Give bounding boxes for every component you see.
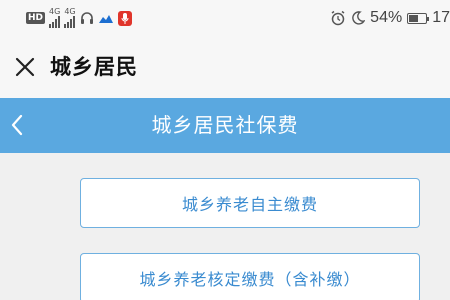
moon-icon: [352, 11, 366, 25]
headphone-icon: [80, 12, 93, 24]
status-right: 54% 17: [330, 8, 450, 28]
network-type-2: 4G: [64, 7, 76, 16]
app-title: 城乡居民: [50, 55, 138, 79]
app-header: 城乡居民: [0, 36, 450, 98]
hd-icon: HD: [26, 12, 46, 24]
status-bar: HD 4G 4G 54% 17: [0, 0, 450, 36]
assessed-payment-button[interactable]: 城乡养老核定缴费（含补缴）: [80, 253, 420, 300]
close-icon[interactable]: [14, 56, 36, 78]
microphone-icon: [117, 10, 132, 26]
signal-icon: 4G: [49, 8, 60, 28]
signal-icon-2: 4G: [64, 7, 76, 28]
battery-icon: [407, 12, 430, 24]
alarm-icon: [331, 10, 345, 26]
page-title: 城乡居民社保费: [151, 113, 299, 137]
status-left: HD 4G 4G: [26, 7, 132, 28]
nav-bar: 城乡居民社保费: [0, 98, 450, 153]
screen: HD 4G 4G 54% 17 城乡居民 城乡居民社保费 城乡养老自主缴费 城乡…: [0, 0, 450, 300]
clock: 17: [432, 9, 450, 26]
battery-percent: 54%: [370, 9, 403, 26]
network-type-1: 4G: [49, 7, 61, 16]
self-payment-button[interactable]: 城乡养老自主缴费: [80, 178, 420, 228]
cloud-icon: [98, 15, 113, 23]
